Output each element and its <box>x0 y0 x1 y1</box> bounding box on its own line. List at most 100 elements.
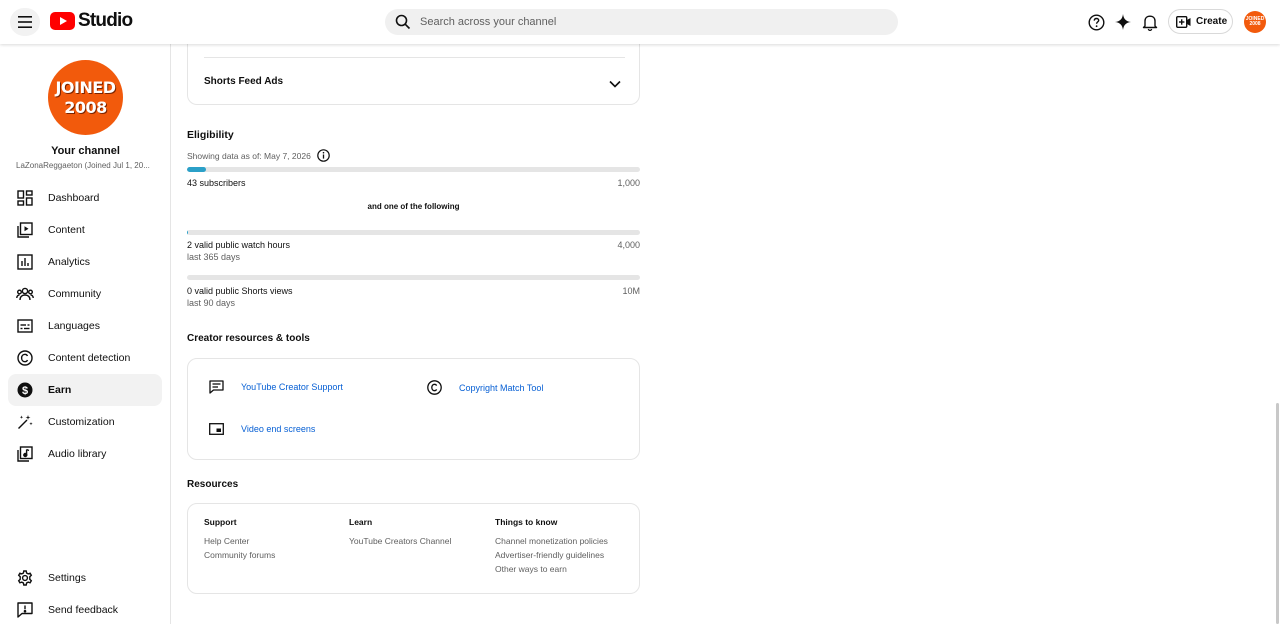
sidebar-item-content[interactable]: Content <box>8 214 162 246</box>
logo-text: Studio <box>78 10 133 31</box>
hamburger-menu-button[interactable] <box>10 8 40 36</box>
tool-link[interactable]: Video end screens <box>241 424 315 434</box>
shorts-views-target: 10M <box>622 286 640 296</box>
channel-avatar-text: 2008 <box>64 97 107 117</box>
tool-creator-support[interactable]: YouTube Creator Support <box>209 380 343 394</box>
and-one-of-following: and one of the following <box>367 202 460 211</box>
page-scrollbar[interactable] <box>1276 403 1279 624</box>
menu-icon <box>18 16 32 28</box>
sidebar-item-community[interactable]: Community <box>8 278 162 310</box>
help-icon[interactable] <box>1086 12 1106 32</box>
audio-library-icon <box>15 444 35 464</box>
resource-link[interactable]: Help Center <box>204 536 275 546</box>
info-icon[interactable] <box>317 149 330 162</box>
shorts-views-progress-bar <box>187 275 640 280</box>
sidebar-item-content-detection[interactable]: Content detection <box>8 342 162 374</box>
resources-card: Support Help Center Community forums Lea… <box>187 503 640 594</box>
sidebar-item-label: Customization <box>48 416 115 428</box>
sparkle-icon[interactable] <box>1113 12 1133 32</box>
sidebar-item-label: Languages <box>48 320 100 332</box>
sidebar-item-label: Content <box>48 224 85 236</box>
youtube-logo-icon <box>50 12 75 30</box>
tool-link[interactable]: YouTube Creator Support <box>241 382 343 392</box>
resource-link[interactable]: YouTube Creators Channel <box>349 536 451 546</box>
search-bar[interactable] <box>385 9 898 35</box>
sidebar-item-label: Send feedback <box>48 604 119 616</box>
sidebar-item-label: Audio library <box>48 448 107 460</box>
eligibility-title: Eligibility <box>187 129 234 141</box>
content-detection-icon <box>15 348 35 368</box>
channel-title: Your channel <box>51 145 120 157</box>
notifications-bell-icon[interactable] <box>1140 12 1160 32</box>
search-icon <box>395 14 411 30</box>
sidebar-item-audio-library[interactable]: Audio library <box>8 438 162 470</box>
create-label: Create <box>1196 16 1228 27</box>
chevron-down-icon[interactable] <box>609 75 621 93</box>
shorts-views-period: last 90 days <box>187 298 236 308</box>
search-input[interactable] <box>420 16 860 28</box>
data-as-of-row: Showing data as of: May 7, 2026 <box>187 149 330 162</box>
end-screen-icon <box>209 423 225 435</box>
channel-avatar[interactable]: JOINED 2008 <box>48 60 123 135</box>
creator-tools-card: YouTube Creator Support Copyright Match … <box>187 358 640 460</box>
studio-logo[interactable]: Studio <box>50 10 133 31</box>
main-content: Shorts Feed Ads Eligibility Showing data… <box>171 24 1280 624</box>
sidebar-item-label: Community <box>48 288 102 300</box>
resource-link[interactable]: Community forums <box>204 550 275 560</box>
sidebar-item-earn[interactable]: $ Earn <box>8 374 162 406</box>
channel-subtitle: LaZonaReggaeton (Joined Jul 1, 20... <box>16 161 150 170</box>
sidebar-item-label: Earn <box>48 384 72 396</box>
sidebar-item-customization[interactable]: Customization <box>8 406 162 438</box>
tool-link[interactable]: Copyright Match Tool <box>459 383 543 393</box>
earn-icon: $ <box>15 380 35 400</box>
resources-column-support: Support Help Center Community forums <box>204 517 275 560</box>
resource-link[interactable]: Advertiser-friendly guidelines <box>495 550 608 560</box>
shorts-feed-ads-row[interactable]: Shorts Feed Ads <box>188 58 641 104</box>
resource-link[interactable]: Other ways to earn <box>495 564 608 574</box>
watch-hours-target: 4,000 <box>617 240 640 250</box>
tool-video-end-screens[interactable]: Video end screens <box>209 423 315 435</box>
subscribers-progress-bar <box>187 167 640 172</box>
svg-text:$: $ <box>22 385 28 397</box>
sidebar-item-label: Analytics <box>48 256 91 268</box>
creator-tools-title: Creator resources & tools <box>187 333 310 344</box>
sidebar-item-analytics[interactable]: Analytics <box>8 246 162 278</box>
create-video-icon <box>1176 15 1191 28</box>
watch-hours-progress-bar <box>187 230 640 235</box>
avatar-text: 2008 <box>1249 21 1261 27</box>
sidebar: JOINED 2008 Your channel LaZonaReggaeton… <box>0 44 171 624</box>
top-header: Studio Create JOINED 2008 <box>0 0 1280 44</box>
gear-icon <box>15 568 35 588</box>
resources-column-learn: Learn YouTube Creators Channel <box>349 517 451 546</box>
sidebar-item-label: Settings <box>48 572 86 584</box>
column-heading: Learn <box>349 517 373 527</box>
data-as-of-text: Showing data as of: May 7, 2026 <box>187 150 311 161</box>
subscribers-target: 1,000 <box>617 178 640 188</box>
sidebar-item-settings[interactable]: Settings <box>8 562 162 594</box>
feedback-icon <box>15 600 35 620</box>
sidebar-item-languages[interactable]: Languages <box>8 310 162 342</box>
create-button[interactable]: Create <box>1168 9 1233 34</box>
subscribers-progress-fill <box>187 167 207 172</box>
sidebar-item-label: Dashboard <box>48 192 100 204</box>
resources-column-things-to-know: Things to know Channel monetization poli… <box>495 517 608 574</box>
channel-avatar-text: JOINED <box>55 77 116 97</box>
dashboard-icon <box>15 188 35 208</box>
resource-link[interactable]: Channel monetization policies <box>495 536 608 546</box>
languages-icon <box>15 316 35 336</box>
sidebar-item-dashboard[interactable]: Dashboard <box>8 182 162 214</box>
content-icon <box>15 220 35 240</box>
watch-hours-period: last 365 days <box>187 252 241 262</box>
account-avatar[interactable]: JOINED 2008 <box>1244 11 1266 33</box>
shorts-feed-ads-label: Shorts Feed Ads <box>204 75 284 87</box>
column-heading: Things to know <box>495 517 558 527</box>
tool-copyright-match[interactable]: Copyright Match Tool <box>427 380 543 395</box>
copyright-icon <box>427 380 443 395</box>
analytics-icon <box>15 252 35 272</box>
sidebar-item-send-feedback[interactable]: Send feedback <box>8 594 162 624</box>
resources-title: Resources <box>187 479 239 490</box>
sidebar-item-label: Content detection <box>48 352 131 364</box>
community-icon <box>15 284 35 304</box>
column-heading: Support <box>204 517 237 527</box>
customization-icon <box>15 412 35 432</box>
